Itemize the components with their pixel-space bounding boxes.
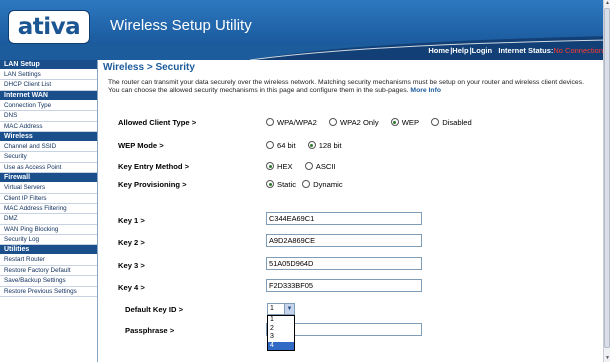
key-4-input[interactable]: F2D333BF05 <box>266 279 422 292</box>
sidebar-section-internet-wan: Internet WAN <box>0 90 97 101</box>
key-provisioning-label: Key Provisioning > <box>118 180 187 189</box>
sidebar-section-firewall: Firewall <box>0 173 97 184</box>
sidebar-section-utilities: Utilities <box>0 245 97 256</box>
sidebar-item-restart-router[interactable]: Restart Router <box>0 255 97 266</box>
key-2-label: Key 2 > <box>118 238 145 247</box>
radio-selected-icon[interactable] <box>390 118 399 126</box>
option-label: Static <box>277 180 296 189</box>
option-label: 64 bit <box>277 141 296 150</box>
sidebar-item-mac-filtering[interactable]: MAC Address Filtering <box>0 204 97 215</box>
key-3-label: Key 3 > <box>118 261 145 270</box>
key-4-label: Key 4 > <box>118 283 145 292</box>
wep-mode-64[interactable]: 64 bit <box>266 141 296 150</box>
wep-mode-group: 64 bit 128 bit <box>266 141 352 150</box>
sidebar-item-connection-type[interactable]: Connection Type <box>0 101 97 112</box>
wep-mode-128[interactable]: 128 bit <box>307 141 342 150</box>
dropdown-option[interactable]: 2 <box>268 325 294 334</box>
sidebar-item-dns[interactable]: DNS <box>0 111 97 122</box>
internet-status-label: Internet Status: <box>498 46 554 55</box>
page-title: Wireless > Security <box>103 62 195 73</box>
login-link[interactable]: Login <box>472 46 492 55</box>
chevron-down-icon[interactable]: ▼ <box>284 304 294 314</box>
option-label: HEX <box>277 162 293 171</box>
sidebar-item-client-ip-filters[interactable]: Client IP Filters <box>0 194 97 204</box>
sidebar-item-restore-previous[interactable]: Restore Previous Settings <box>0 287 97 298</box>
option-label: Disabled <box>442 118 472 127</box>
wep-mode-label: WEP Mode > <box>118 141 164 150</box>
option-label: Dynamic <box>313 180 343 189</box>
client-type-wpa-wpa2[interactable]: WPA/WPA2 <box>266 118 317 127</box>
dropdown-option[interactable]: 1 <box>268 316 294 325</box>
key-2-input[interactable]: A9D2A869CE <box>266 234 422 247</box>
internet-status-value: No Connection <box>553 46 603 55</box>
main-content: Wireless > Security The router can trans… <box>103 60 603 362</box>
client-type-disabled[interactable]: Disabled <box>431 118 472 127</box>
scroll-thumb[interactable] <box>604 8 610 348</box>
allowed-client-type-group: WPA/WPA2 WPA2 Only WEP Disabled <box>266 118 482 127</box>
option-label: WPA/WPA2 <box>277 118 317 127</box>
scroll-up-icon[interactable]: ▲ <box>604 0 610 7</box>
sidebar-item-virtual-servers[interactable]: Virtual Servers <box>0 183 97 194</box>
sidebar-item-security[interactable]: Security <box>0 152 97 163</box>
key-provisioning-group: Static Dynamic <box>266 180 353 189</box>
client-type-wep[interactable]: WEP <box>390 118 420 127</box>
key-1-label: Key 1 > <box>118 216 145 225</box>
sidebar-item-security-log[interactable]: Security Log <box>0 235 97 246</box>
home-link[interactable]: Home <box>428 46 449 55</box>
sidebar-item-save-backup[interactable]: Save/Backup Settings <box>0 276 97 287</box>
key-provisioning-static[interactable]: Static <box>266 180 296 189</box>
sidebar-section-lan-setup: LAN Setup <box>0 60 97 70</box>
radio-selected-icon[interactable] <box>307 141 316 149</box>
key-1-input[interactable]: C344EA69C1 <box>266 212 422 225</box>
radio-selected-icon[interactable] <box>266 180 274 188</box>
default-key-id-value: 1 <box>270 305 274 312</box>
sidebar-item-dmz[interactable]: DMZ <box>0 214 97 225</box>
sidebar-item-mac-address[interactable]: MAC Address <box>0 122 97 132</box>
radio-icon[interactable] <box>302 180 311 188</box>
sidebar-item-factory-default[interactable]: Restore Factory Default <box>0 266 97 277</box>
key-entry-hex[interactable]: HEX <box>266 162 293 171</box>
option-label: ASCII <box>315 162 336 171</box>
scroll-down-icon[interactable]: ▼ <box>604 355 610 362</box>
dropdown-option[interactable]: 3 <box>268 333 294 342</box>
option-label: WPA2 Only <box>339 118 379 127</box>
option-label: 128 bit <box>318 141 342 150</box>
default-key-id-options: 1 2 3 4 <box>267 315 295 351</box>
sidebar-item-access-point[interactable]: Use as Access Point <box>0 163 97 174</box>
more-info-link[interactable]: More Info <box>410 87 441 94</box>
dropdown-option-highlighted[interactable]: 4 <box>268 341 294 350</box>
radio-icon[interactable] <box>431 118 440 126</box>
radio-icon[interactable] <box>328 118 337 126</box>
client-type-wpa2-only[interactable]: WPA2 Only <box>328 118 379 127</box>
sidebar-item-channel-ssid[interactable]: Channel and SSID <box>0 142 97 153</box>
sidebar-item-wan-ping-blocking[interactable]: WAN Ping Blocking <box>0 225 97 236</box>
option-label: WEP <box>401 118 420 127</box>
intro-text: The router can transmit your data secure… <box>108 79 588 95</box>
key-3-input[interactable]: 51A05D964D <box>266 257 422 270</box>
app-title: Wireless Setup Utility <box>110 17 252 34</box>
logo: ativa <box>8 10 90 44</box>
passphrase-label: Passphrase > <box>125 326 175 335</box>
key-entry-method-group: HEX ASCII <box>266 162 346 171</box>
sidebar: LAN Setup LAN Settings DHCP Client List … <box>0 60 98 362</box>
logo-text: ativa <box>17 14 81 40</box>
help-link[interactable]: Help <box>452 46 468 55</box>
sidebar-section-wireless: Wireless <box>0 131 97 142</box>
intro-paragraph: The router can transmit your data secure… <box>108 79 584 95</box>
default-key-id-select[interactable]: 1 ▼ <box>267 303 295 315</box>
radio-icon[interactable] <box>266 118 274 126</box>
top-links: Home|Help|Login Internet Status:No Conne… <box>428 46 603 55</box>
key-entry-ascii[interactable]: ASCII <box>304 162 336 171</box>
radio-selected-icon[interactable] <box>266 162 274 170</box>
key-entry-method-label: Key Entry Method > <box>118 162 190 171</box>
radio-icon[interactable] <box>304 162 313 170</box>
default-key-id-label: Default Key ID > <box>125 305 184 314</box>
sidebar-item-lan-settings[interactable]: LAN Settings <box>0 70 97 81</box>
radio-icon[interactable] <box>266 141 274 149</box>
allowed-client-type-label: Allowed Client Type > <box>118 118 197 127</box>
sidebar-item-dhcp-client-list[interactable]: DHCP Client List <box>0 80 97 91</box>
key-provisioning-dynamic[interactable]: Dynamic <box>302 180 343 189</box>
vertical-scrollbar[interactable]: ▲ ▼ <box>603 0 610 362</box>
header-bar: ativa Wireless Setup Utility Home|Help|L… <box>0 0 603 60</box>
